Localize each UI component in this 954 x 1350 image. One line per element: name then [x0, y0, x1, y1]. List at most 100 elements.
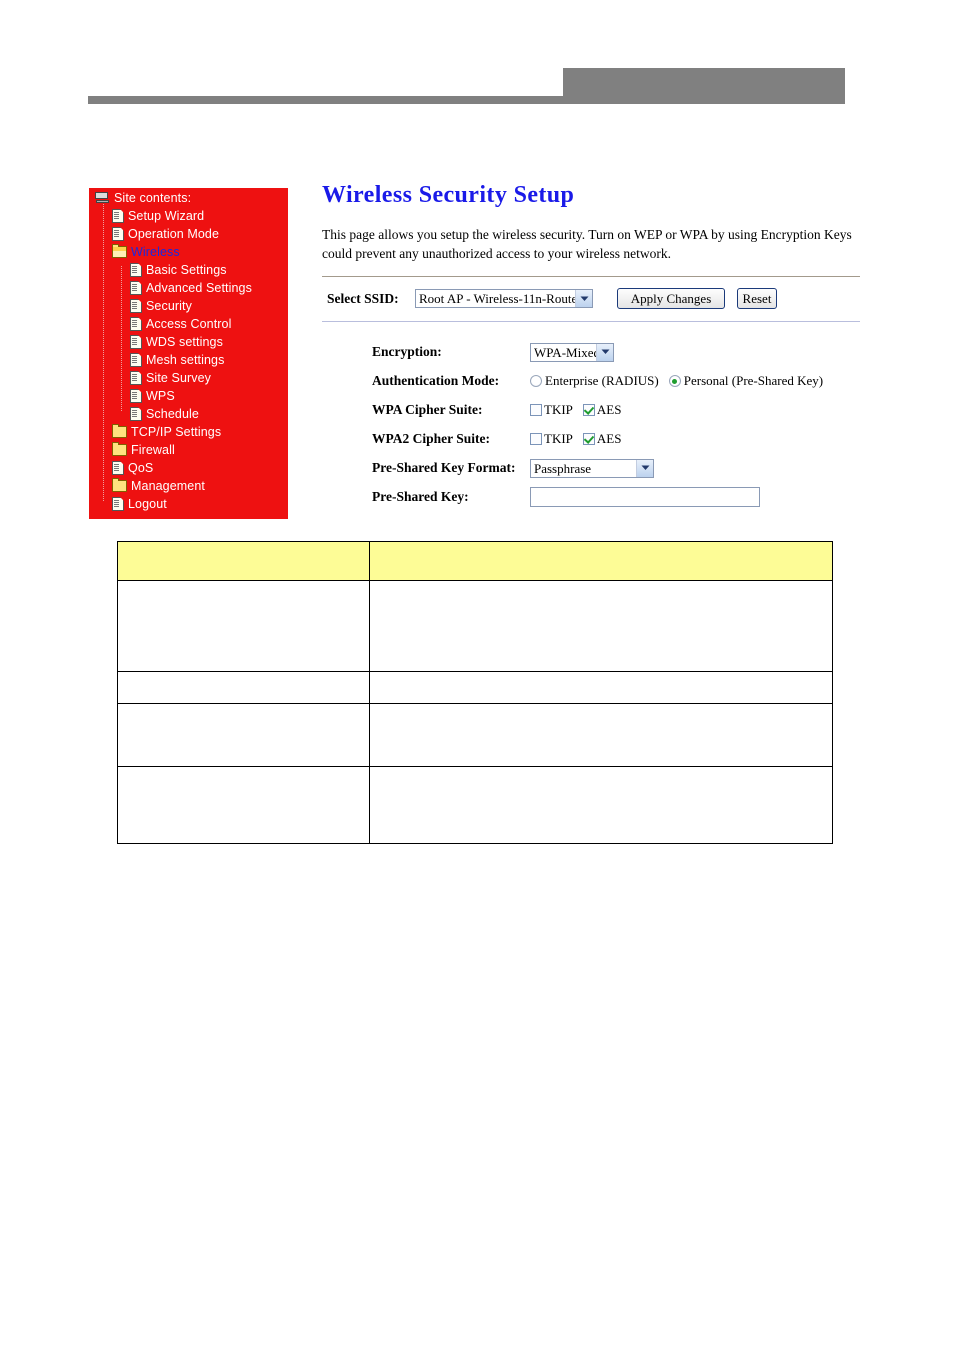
- option-label: TKIP: [544, 402, 573, 418]
- description-table-cell: [369, 703, 833, 767]
- sidebar-item-qos[interactable]: QoS: [89, 458, 288, 476]
- ssid-select[interactable]: Root AP - Wireless-11n-Router: [415, 289, 593, 309]
- page-icon: [130, 334, 142, 349]
- sidebar-item-list: Setup Wizard Operation Mode Wireless Basic …: [89, 206, 288, 512]
- checkbox[interactable]: [530, 433, 542, 446]
- sidebar-item-label: Security: [146, 298, 192, 313]
- folder-icon: [112, 477, 127, 492]
- sidebar-item-mesh-settings[interactable]: Mesh settings: [89, 350, 288, 368]
- option-label: Enterprise (RADIUS): [545, 373, 659, 389]
- radio-button[interactable]: [668, 375, 681, 388]
- select-ssid-row: Select SSID: Root AP - Wireless-11n-Rout…: [322, 277, 862, 321]
- sidebar-item-label: Wireless: [131, 244, 180, 259]
- sidebar-item-wps[interactable]: WPS: [89, 386, 288, 404]
- page-icon: [112, 208, 124, 223]
- sidebar-item-label: Advanced Settings: [146, 280, 252, 295]
- auth-mode-option-personal-pre-shared-key[interactable]: Personal (Pre-Shared Key): [668, 373, 824, 389]
- description-table-cell: [369, 671, 833, 704]
- sidebar-item-firewall[interactable]: Firewall: [89, 440, 288, 458]
- sidebar-item-label: Logout: [128, 496, 167, 511]
- sidebar-item-label: Access Control: [146, 316, 232, 331]
- wpa2-cipher-option-aes[interactable]: AES: [582, 431, 621, 447]
- sidebar-item-label: WDS settings: [146, 334, 223, 349]
- radio-button[interactable]: [530, 375, 542, 388]
- description-table-header-cell: [369, 541, 833, 581]
- checkbox[interactable]: [582, 404, 595, 417]
- sidebar-navigation-tree: Site contents: Setup Wizard Operation Mod…: [89, 188, 288, 519]
- chevron-down-icon: [596, 343, 613, 361]
- checkbox[interactable]: [582, 433, 595, 446]
- description-table-row: [117, 703, 833, 767]
- wpa2-cipher-option-tkip[interactable]: TKIP: [530, 431, 573, 447]
- sidebar-item-label: Schedule: [146, 406, 199, 421]
- pre-shared-key-format-label: Pre-Shared Key Format:: [372, 460, 516, 476]
- authentication-mode-row: Authentication Mode: Enterprise (RADIUS)…: [372, 369, 862, 394]
- description-table-cell: [117, 671, 370, 704]
- computer-icon: [95, 191, 110, 204]
- sidebar-item-site-survey[interactable]: Site Survey: [89, 368, 288, 386]
- page-title: Wireless Security Setup: [322, 182, 575, 208]
- sidebar-item-wds-settings[interactable]: WDS settings: [89, 332, 288, 350]
- wpa-cipher-suite-row: WPA Cipher Suite: TKIP AES: [372, 398, 862, 423]
- pre-shared-key-input[interactable]: [530, 487, 760, 508]
- sidebar-item-logout[interactable]: Logout: [89, 494, 288, 512]
- select-ssid-label: Select SSID:: [327, 290, 399, 306]
- chevron-down-icon: [575, 290, 592, 308]
- wpa-cipher-option-tkip[interactable]: TKIP: [530, 402, 573, 418]
- page-description: This page allows you setup the wireless …: [322, 227, 852, 261]
- reset-button[interactable]: Reset: [737, 288, 777, 310]
- description-table-body: [117, 541, 833, 844]
- ssid-select-value: Root AP - Wireless-11n-Router: [419, 291, 575, 307]
- page-icon: [112, 226, 124, 241]
- option-label: TKIP: [544, 431, 573, 447]
- encryption-row: Encryption: WPA-Mixed: [372, 340, 862, 365]
- page-icon: [130, 352, 142, 367]
- auth-mode-option-enterprise-radius[interactable]: Enterprise (RADIUS): [530, 373, 659, 389]
- wpa2-cipher-options: TKIP AES: [530, 431, 631, 447]
- sidebar-item-schedule[interactable]: Schedule: [89, 404, 288, 422]
- sidebar-item-label: Operation Mode: [128, 226, 220, 241]
- encryption-select-value: WPA-Mixed: [534, 344, 596, 360]
- description-table-row: [117, 766, 833, 844]
- sidebar-item-security[interactable]: Security: [89, 296, 288, 314]
- sidebar-root-label: Site contents:: [114, 190, 192, 205]
- sidebar-item-label: Site Survey: [146, 370, 212, 385]
- sidebar-item-setup-wizard[interactable]: Setup Wizard: [89, 206, 288, 224]
- description-table-cell: [117, 703, 370, 767]
- sidebar-item-access-control[interactable]: Access Control: [89, 314, 288, 332]
- checkbox[interactable]: [530, 404, 542, 417]
- page-icon: [130, 388, 142, 403]
- option-label: AES: [596, 402, 622, 418]
- folder-open-icon: [112, 243, 127, 258]
- wpa2-cipher-suite-label: WPA2 Cipher Suite:: [372, 431, 490, 447]
- pre-shared-key-label: Pre-Shared Key:: [372, 489, 469, 505]
- page-icon: [130, 262, 142, 277]
- pre-shared-key-format-row: Pre-Shared Key Format: Passphrase: [372, 456, 862, 481]
- sidebar-item-label: Setup Wizard: [128, 208, 205, 223]
- option-label: Personal (Pre-Shared Key): [683, 373, 824, 389]
- sidebar-item-basic-settings[interactable]: Basic Settings: [89, 260, 288, 278]
- pre-shared-key-format-select[interactable]: Passphrase: [530, 458, 654, 478]
- page-icon: [112, 496, 124, 511]
- encryption-label: Encryption:: [372, 344, 442, 360]
- main-content-panel: Wireless Security Setup This page allows…: [322, 182, 862, 514]
- sidebar-item-label: Basic Settings: [146, 262, 227, 277]
- page-icon: [130, 280, 142, 295]
- sidebar-root-site-contents[interactable]: Site contents:: [89, 188, 288, 206]
- page-icon: [130, 316, 142, 331]
- sidebar-item-advanced-settings[interactable]: Advanced Settings: [89, 278, 288, 296]
- sidebar-item-operation-mode[interactable]: Operation Mode: [89, 224, 288, 242]
- description-table-row: [117, 671, 833, 704]
- wpa-cipher-option-aes[interactable]: AES: [582, 402, 622, 418]
- sidebar-item-label: QoS: [128, 460, 154, 475]
- wpa-cipher-suite-label: WPA Cipher Suite:: [372, 402, 483, 418]
- page-icon: [130, 298, 142, 313]
- apply-changes-button[interactable]: Apply Changes: [617, 288, 725, 310]
- sidebar-item-wireless[interactable]: Wireless: [89, 242, 288, 260]
- sidebar-item-label: WPS: [146, 388, 175, 403]
- description-table-cell: [369, 580, 833, 672]
- sidebar-item-label: Firewall: [131, 442, 175, 457]
- encryption-select[interactable]: WPA-Mixed: [530, 342, 614, 362]
- sidebar-item-tcp-ip-settings[interactable]: TCP/IP Settings: [89, 422, 288, 440]
- sidebar-item-management[interactable]: Management: [89, 476, 288, 494]
